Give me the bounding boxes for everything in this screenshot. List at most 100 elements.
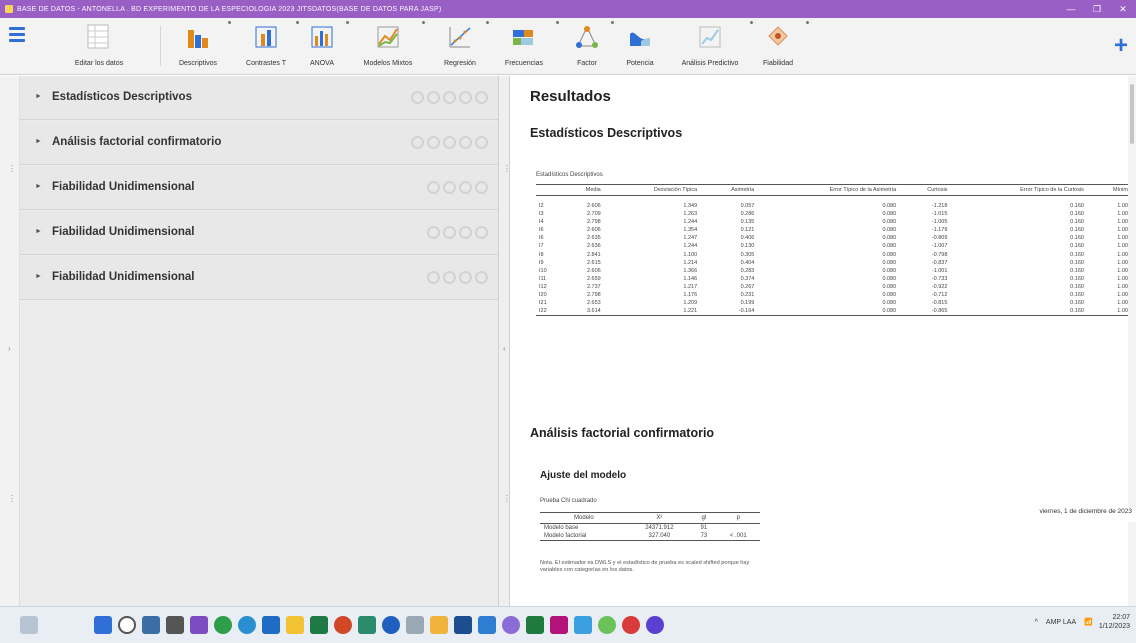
table-cell: < .001: [716, 532, 760, 541]
data-panel-collapsed[interactable]: ⋮ › ⋮: [0, 76, 20, 606]
tool-t-tests[interactable]: Contrastes T: [238, 21, 299, 71]
table-cell: 0.160: [1070, 243, 1084, 250]
app-icon[interactable]: [526, 616, 544, 634]
powerpoint-icon[interactable]: [334, 616, 352, 634]
column-header: Modelo: [540, 512, 628, 524]
table-cell: 0.160: [1070, 275, 1084, 282]
analysis-item[interactable]: ► Fiabilidad Unidimensional: [20, 166, 498, 210]
results-scrollbar[interactable]: [1128, 76, 1136, 606]
analysis-title: Fiabilidad Unidimensional: [52, 271, 195, 283]
drag-handle-icon[interactable]: ⋮: [503, 495, 511, 514]
table-cell: I7: [539, 243, 544, 250]
frequencies-icon: [511, 24, 537, 49]
tool-mixed-models[interactable]: Modelos Mixtos: [356, 21, 425, 71]
drag-handle-icon[interactable]: ⋮: [8, 495, 16, 514]
analysis-item[interactable]: ► Estadísticos Descriptivos: [20, 76, 498, 120]
close-button[interactable]: ✕: [1110, 0, 1136, 18]
maximize-button[interactable]: ❐: [1084, 0, 1110, 18]
analysis-actions[interactable]: [424, 181, 488, 194]
expand-arrow-icon[interactable]: ►: [35, 183, 42, 190]
add-module-button[interactable]: +: [1114, 32, 1128, 60]
table-cell: 2.659: [586, 275, 601, 282]
expand-arrow-icon[interactable]: ›: [8, 345, 12, 364]
descriptives-icon: [185, 24, 211, 49]
expand-arrow-icon[interactable]: ►: [35, 228, 42, 235]
tool-regression[interactable]: Regresión: [436, 21, 489, 71]
analysis-title: Estadísticos Descriptivos: [52, 91, 192, 103]
table-cell: 1.000: [1117, 300, 1131, 307]
tool-power[interactable]: Potencia: [618, 21, 662, 71]
table-cell: 1.000: [1117, 291, 1131, 298]
app-icon[interactable]: [574, 616, 592, 634]
widgets-icon[interactable]: [20, 616, 38, 634]
analysis-actions[interactable]: [424, 226, 488, 239]
app-icon[interactable]: [166, 616, 184, 634]
app-icon[interactable]: [382, 616, 400, 634]
app-icon[interactable]: [598, 616, 616, 634]
search-icon[interactable]: [118, 616, 136, 634]
app-icon[interactable]: [646, 616, 664, 634]
table-cell: -1.005: [931, 219, 948, 226]
minimize-button[interactable]: —: [1058, 0, 1084, 18]
tray-overflow-icon[interactable]: ^: [1035, 619, 1038, 626]
drag-handle-icon[interactable]: ⋮: [503, 165, 511, 184]
tool-predictive-analytics[interactable]: Análisis Predictivo: [672, 21, 753, 71]
chrome-icon[interactable]: [214, 616, 232, 634]
table-cell: I9: [539, 259, 544, 266]
table-cell: 0.080: [882, 211, 897, 218]
table-cell: I6: [539, 235, 544, 242]
expand-arrow-icon[interactable]: ►: [35, 138, 42, 145]
tool-edit-data[interactable]: Editar los datos: [64, 21, 134, 71]
table-cell: 0.160: [1070, 211, 1084, 218]
descriptives-heading[interactable]: Estadísticos Descriptivos: [530, 126, 682, 140]
tool-frequencies[interactable]: Frecuencias: [494, 21, 559, 71]
expand-arrow-icon[interactable]: ►: [35, 93, 42, 100]
tool-reliability[interactable]: Fiabilidad: [752, 21, 809, 71]
excel-icon[interactable]: [310, 616, 328, 634]
app-icon[interactable]: [550, 616, 568, 634]
pane-splitter[interactable]: ⋮ ‹ ⋮: [498, 76, 511, 606]
tool-factor[interactable]: Factor: [565, 21, 614, 71]
table-cell: 1.366: [683, 267, 698, 274]
task-view-icon[interactable]: [142, 616, 160, 634]
app-icon[interactable]: [622, 616, 640, 634]
edge-icon[interactable]: [238, 616, 256, 634]
app-icon[interactable]: [454, 616, 472, 634]
weather-indicator[interactable]: AMP LAA: [1046, 619, 1076, 626]
table-cell: 1.244: [683, 243, 698, 250]
column-header: Curtosis: [899, 184, 951, 196]
column-header: gl: [691, 512, 717, 524]
table-cell: 1.100: [683, 251, 698, 258]
analysis-item[interactable]: ► Fiabilidad Unidimensional: [20, 256, 498, 300]
clock[interactable]: 22:07 1/12/2023: [1099, 613, 1130, 631]
expand-arrow-icon[interactable]: ►: [35, 273, 42, 280]
word-icon[interactable]: [262, 616, 280, 634]
app-icon[interactable]: [406, 616, 424, 634]
app-icon[interactable]: [430, 616, 448, 634]
app-icon[interactable]: [190, 616, 208, 634]
collapse-arrow-icon[interactable]: ‹: [503, 345, 507, 364]
app-icon[interactable]: [502, 616, 520, 634]
network-icon[interactable]: 📶: [1084, 618, 1093, 626]
analysis-item[interactable]: ► Análisis factorial confirmatorio: [20, 121, 498, 165]
start-icon[interactable]: [94, 616, 112, 634]
table-cell: Modelo base: [544, 525, 579, 531]
drag-handle-icon[interactable]: ⋮: [8, 165, 16, 184]
explorer-icon[interactable]: [286, 616, 304, 634]
table-cell: 1.000: [1117, 219, 1131, 226]
cfa-heading[interactable]: Análisis factorial confirmatorio: [530, 426, 714, 440]
tool-anova[interactable]: ANOVA: [300, 21, 349, 71]
app-icon[interactable]: [478, 616, 496, 634]
menu-icon[interactable]: [9, 27, 25, 43]
column-header: Mínimo: [1086, 184, 1134, 196]
analysis-item[interactable]: ► Fiabilidad Unidimensional: [20, 211, 498, 255]
table-note: Nota. El estimador es DWLS y el estadíst…: [540, 560, 750, 573]
analysis-actions[interactable]: [408, 91, 488, 104]
analysis-actions[interactable]: [408, 136, 488, 149]
analysis-actions[interactable]: [424, 271, 488, 284]
table-cell: 2.841: [586, 251, 601, 258]
table-cell: 1.000: [1117, 243, 1131, 250]
app-icon[interactable]: [358, 616, 376, 634]
table-cell: 0.080: [882, 219, 897, 226]
tool-descriptives[interactable]: Descriptivos: [170, 21, 231, 71]
